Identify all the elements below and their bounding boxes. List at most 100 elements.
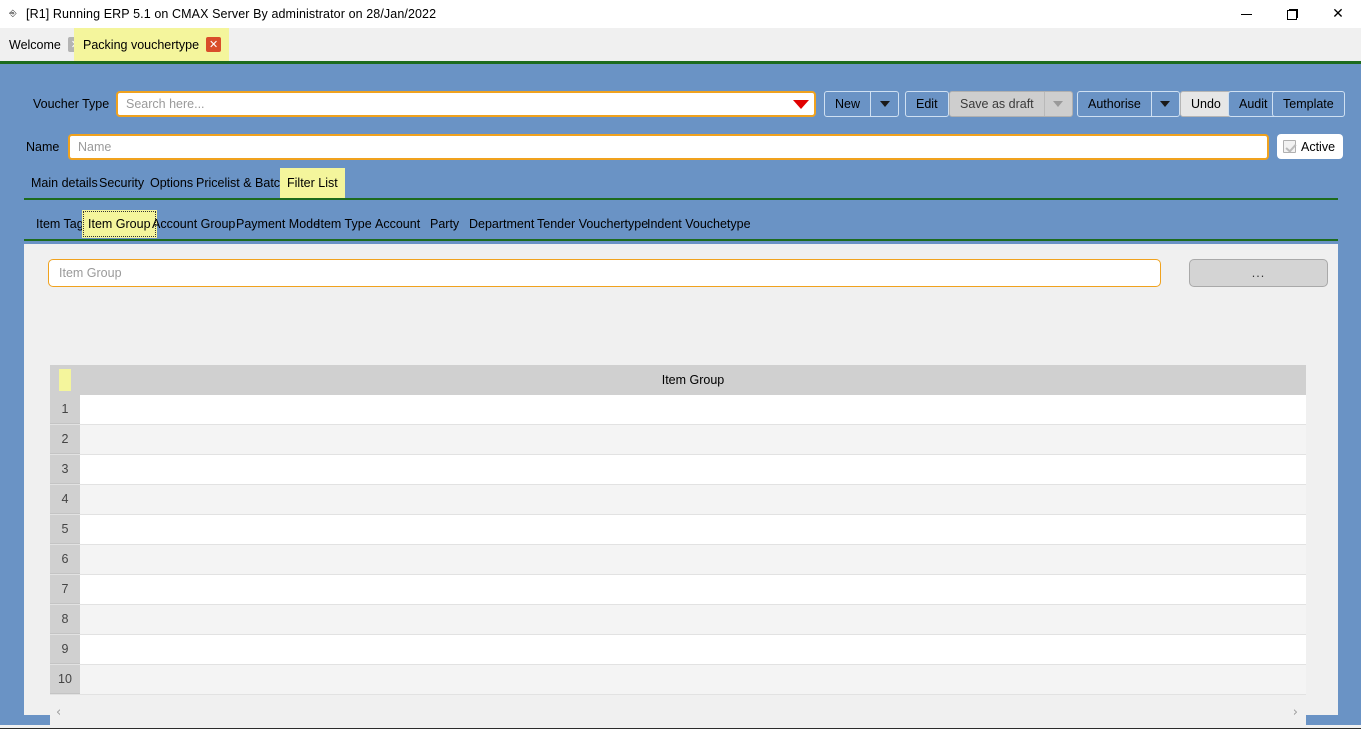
grid-header: Item Group [50,365,1306,395]
sub-tab-row: Item Tag Item Group Account Group Paymen… [0,210,1361,238]
row-cell-item-group[interactable] [80,635,1306,664]
table-row[interactable]: 2 [50,425,1306,455]
chevron-down-icon[interactable] [870,92,898,116]
audit-button[interactable]: Audit [1228,91,1279,117]
row-number: 1 [50,395,80,424]
new-button-label: New [835,97,861,111]
template-button[interactable]: Template [1272,91,1345,117]
new-button[interactable]: New [824,91,900,117]
name-label: Name [26,140,60,154]
window-controls: ✕ [1223,0,1361,28]
row-cell-item-group[interactable] [80,425,1306,454]
item-group-field-wrapper [48,259,1161,287]
row-number: 7 [50,575,80,604]
doc-tab-packing-vouchertype[interactable]: Packing vouchertype ✕ [74,28,230,61]
row-number: 3 [50,455,80,484]
sub-tab-rule [24,239,1338,241]
scroll-right-icon[interactable]: › [1293,705,1298,720]
table-row[interactable]: 8 [50,605,1306,635]
save-as-draft-button[interactable]: Save as draft [949,91,1073,117]
authorise-button-label: Authorise [1088,97,1141,111]
subtab-item-type[interactable]: Item Type [311,210,378,238]
checkbox-icon [1283,140,1296,153]
document-tab-strip: Welcome ✕ Packing vouchertype ✕ + [0,28,1361,88]
row-cell-item-group[interactable] [80,515,1306,544]
row-number: 6 [50,545,80,574]
row-cell-item-group[interactable] [80,605,1306,634]
row-number: 9 [50,635,80,664]
name-field-wrapper [68,134,1269,160]
table-row[interactable]: 10 [50,665,1306,695]
edit-button[interactable]: Edit [905,91,949,117]
table-row[interactable]: 4 [50,485,1306,515]
authorise-button[interactable]: Authorise [1077,91,1180,117]
main-tab-row: Main details Security Options Pricelist … [0,168,1361,198]
scroll-left-icon[interactable]: ‹ [56,705,61,720]
voucher-type-label: Voucher Type [33,97,110,111]
table-row[interactable]: 9 [50,635,1306,665]
undo-button-label: Undo [1191,97,1221,111]
main-tab-rule [24,198,1338,200]
row-cell-item-group[interactable] [80,575,1306,604]
title-bar: ⎆ [R1] Running ERP 5.1 on CMAX Server By… [0,0,1361,28]
edit-button-label: Edit [916,97,938,111]
status-bar [0,725,1361,729]
doc-tab-label: Welcome [9,37,61,52]
minimize-button[interactable] [1223,0,1269,28]
row-cell-item-group[interactable] [80,455,1306,484]
active-checkbox[interactable]: Active [1277,134,1344,159]
save-as-draft-label: Save as draft [960,97,1034,111]
subtab-account[interactable]: Account [369,210,426,238]
grid-column-header-item-group[interactable]: Item Group [80,373,1306,387]
row-cell-item-group[interactable] [80,485,1306,514]
browse-button[interactable]: ... [1189,259,1328,287]
minimize-icon [1240,13,1252,15]
row-cell-item-group[interactable] [80,395,1306,424]
subtab-department[interactable]: Department [463,210,540,238]
item-group-input[interactable] [49,260,1160,286]
subtab-item-tag[interactable]: Item Tag [30,210,90,238]
search-input[interactable] [118,97,788,111]
restore-icon [1286,8,1298,20]
voucher-type-search-wrapper [116,91,816,117]
workspace: Voucher Type New Edit Save as draft Auth… [0,64,1361,725]
filter-input-row: ... [48,259,1328,287]
table-row[interactable]: 6 [50,545,1306,575]
tab-pricelist-batch[interactable]: Pricelist & Batch [189,168,294,198]
row-number: 2 [50,425,80,454]
filter-panel: ... Item Group 1 2 3 4 5 6 7 8 9 10 ‹ › [24,244,1338,725]
row-cell-item-group[interactable] [80,545,1306,574]
chevron-down-icon[interactable] [1043,92,1072,116]
subtab-account-group[interactable]: Account Group [146,210,241,238]
active-label: Active [1301,139,1336,154]
subtab-tender-vouchertype[interactable]: Tender Vouchertype [531,210,654,238]
template-button-label: Template [1283,97,1334,111]
grid-corner-cell[interactable] [50,365,80,395]
audit-button-label: Audit [1239,97,1268,111]
table-row[interactable]: 7 [50,575,1306,605]
horizontal-scrollbar[interactable]: ‹ › [50,699,1306,725]
maximize-restore-button[interactable] [1269,0,1315,28]
table-row[interactable]: 5 [50,515,1306,545]
grid-body: 1 2 3 4 5 6 7 8 9 10 [50,395,1306,699]
row-number: 8 [50,605,80,634]
chevron-down-icon[interactable] [1150,92,1179,116]
table-row[interactable]: 1 [50,395,1306,425]
name-row: Name Active [0,134,1361,160]
tab-filter-list[interactable]: Filter List [280,168,345,198]
name-input[interactable] [70,136,1267,158]
row-number: 4 [50,485,80,514]
table-row[interactable]: 3 [50,455,1306,485]
undo-button[interactable]: Undo [1180,91,1232,117]
application-window: ⎆ [R1] Running ERP 5.1 on CMAX Server By… [0,0,1361,729]
close-icon: ✕ [1332,6,1344,22]
doc-tab-close-icon[interactable]: ✕ [206,37,222,52]
close-button[interactable]: ✕ [1315,0,1361,28]
row-cell-item-group[interactable] [80,665,1306,694]
subtab-indent-vouchetype[interactable]: Indent Vouchetype [641,210,757,238]
row-number: 10 [50,665,80,694]
app-icon: ⎆ [9,9,17,19]
dropdown-caret-icon[interactable] [788,100,814,109]
doc-tab-label: Packing vouchertype [83,37,200,52]
subtab-party[interactable]: Party [424,210,465,238]
